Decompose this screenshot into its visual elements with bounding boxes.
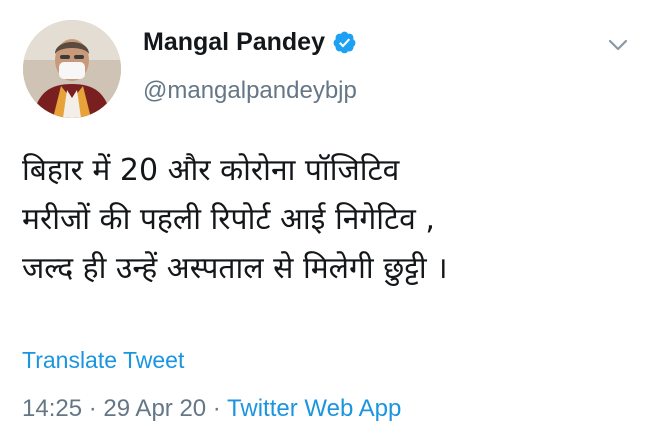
profile-photo <box>23 20 121 118</box>
avatar[interactable] <box>23 20 121 118</box>
tweet-text: बिहार में 20 और कोरोना पॉजिटिव मरीजों की… <box>22 146 632 293</box>
user-name-row: Mangal Pandey <box>143 30 357 55</box>
meta-separator: · <box>206 395 228 422</box>
user-name[interactable]: Mangal Pandey <box>143 30 325 55</box>
tweet-time[interactable]: 14:25 <box>22 395 82 422</box>
tweet-line: बिहार में 20 और कोरोना पॉजिटिव <box>22 153 400 188</box>
user-handle[interactable]: @mangalpandeybjp <box>143 79 357 103</box>
tweet-line: मरीजों की पहली रिपोर्ट आई निगेटिव , <box>22 202 435 237</box>
chevron-down-icon[interactable] <box>608 38 628 52</box>
translate-tweet-link[interactable]: Translate Tweet <box>22 349 184 372</box>
tweet-meta: 14:25 · 29 Apr 20 · Twitter Web App <box>22 397 401 421</box>
tweet-source-link[interactable]: Twitter Web App <box>227 395 401 422</box>
tweet-date[interactable]: 29 Apr 20 <box>103 395 206 422</box>
meta-separator: · <box>82 395 104 422</box>
tweet-line: जल्द ही उन्हें अस्पताल से मिलेगी छुट्टी … <box>22 251 448 286</box>
verified-badge-icon <box>332 30 357 55</box>
